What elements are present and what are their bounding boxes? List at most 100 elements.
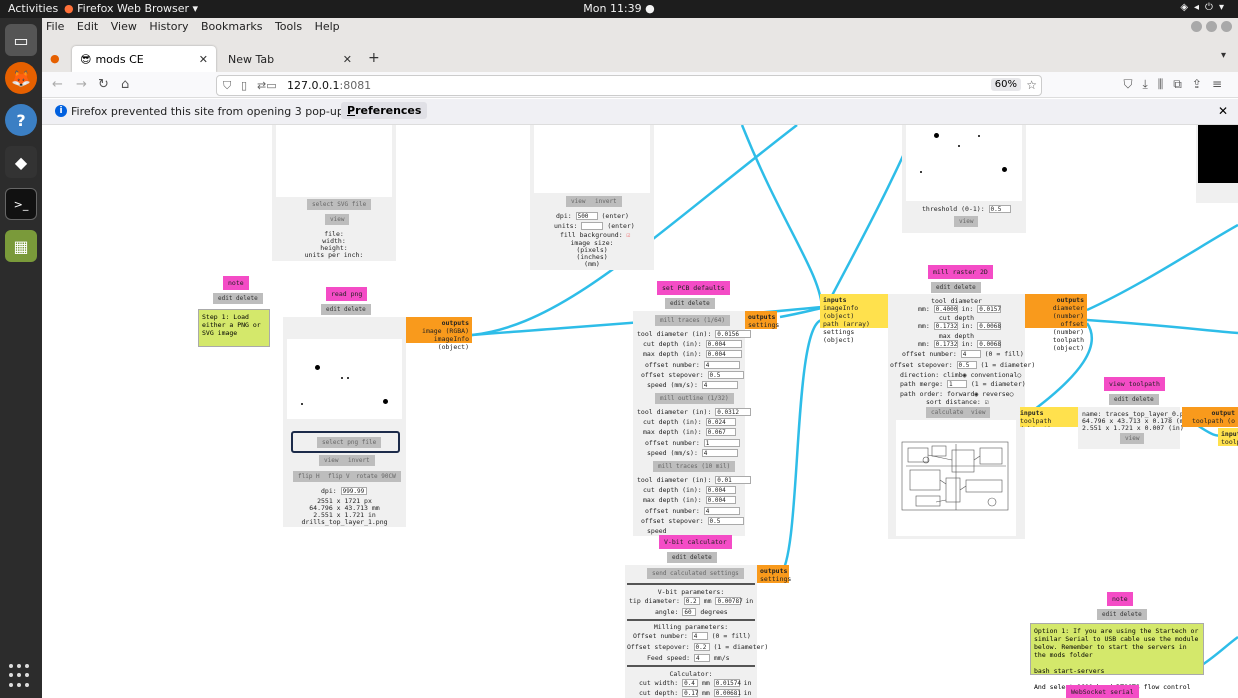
row-input[interactable]: 0.004 (705, 350, 742, 358)
td-in-input[interactable]: 0.0157 (977, 305, 1002, 313)
rotate-button[interactable]: rotate 90CW (351, 471, 401, 482)
input-toolpath[interactable]: toolpa (1221, 438, 1238, 446)
input-path[interactable]: path (array) (823, 320, 885, 328)
page-icon[interactable]: ▯ (241, 79, 247, 92)
row-input[interactable]: 0.004 (705, 340, 742, 348)
threshold-input[interactable]: 0.5 (988, 205, 1011, 213)
row-input[interactable]: 0.0156 (715, 330, 752, 338)
direction-row[interactable]: direction: climb◉ conventional○ (900, 371, 1021, 379)
row-input[interactable]: 1 (703, 439, 740, 447)
svg-view-button[interactable]: view (325, 214, 350, 225)
tab-mods-ce[interactable]: 😎 mods CE ✕ (72, 46, 216, 72)
output-settings[interactable]: settings (760, 575, 791, 583)
output-diameter[interactable]: diameter (number) (1028, 304, 1084, 320)
note-edit-delete[interactable]: edit delete (213, 293, 263, 304)
menu-view[interactable]: View (111, 20, 137, 33)
md-in-input[interactable]: 0.0068 (977, 340, 1002, 348)
input-settings[interactable]: settings (object) (823, 328, 885, 344)
tip-mm-input[interactable]: 0.2 (683, 597, 700, 605)
menu-tools[interactable]: Tools (275, 20, 302, 33)
mill-raster-edit-delete[interactable]: edit delete (931, 282, 981, 293)
firefox-dock-icon[interactable]: 🦊 (5, 62, 37, 94)
path-merge-input[interactable]: 1 (946, 380, 967, 388)
vbit-calculator-title[interactable]: V-bit calculator (659, 535, 732, 549)
minimize-button[interactable] (1191, 21, 1202, 32)
threshold-view-button[interactable]: view (954, 216, 979, 227)
pcb-edit-delete[interactable]: edit delete (665, 298, 715, 309)
tip-in-input[interactable]: 0.00787 (715, 597, 743, 605)
mill-raster-outputs[interactable]: outputs diameter (number) offset (number… (1025, 294, 1087, 352)
offset-number-input[interactable]: 4 (691, 632, 708, 640)
view-toolpath-view-button[interactable]: view (1120, 433, 1145, 444)
pcb-outputs[interactable]: outputs settings (745, 311, 779, 329)
close-tab-icon[interactable]: ✕ (343, 53, 352, 66)
zoom-indicator[interactable]: 60% (990, 78, 1021, 91)
flip-v-button[interactable]: flip V (323, 471, 355, 482)
note-title[interactable]: note (1107, 592, 1133, 606)
tab-new-tab[interactable]: New Tab ✕ (220, 46, 360, 72)
png-invert-button[interactable]: invert (343, 455, 375, 466)
note-title[interactable]: note (223, 276, 249, 290)
download-icon[interactable]: ⤓ (1142, 77, 1157, 91)
row-input[interactable]: 0.004 (705, 486, 736, 494)
read-png-outputs[interactable]: outputs image (RGBA) imageInfo (object) (406, 317, 472, 351)
row-input[interactable]: 0.0312 (715, 408, 752, 416)
view-toolpath-edit-delete[interactable]: edit delete (1109, 394, 1159, 405)
td-mm-input[interactable]: 0.4000 (933, 305, 958, 313)
permissions-icon[interactable]: ⇄▭ (257, 79, 277, 92)
row-input[interactable]: 0.5 (707, 371, 744, 379)
input-toolpath[interactable]: toolpath (object) (1020, 417, 1075, 427)
output-image[interactable]: image (RGBA) (409, 327, 469, 335)
output-toolpath[interactable]: toolpath (object) (1028, 336, 1084, 352)
cd-mm-input[interactable]: 0.1732 (933, 322, 958, 330)
row-input[interactable]: 0.01 (715, 476, 752, 484)
offset-stepover-input[interactable]: 0.5 (956, 361, 977, 369)
output-offset[interactable]: offset (number) (1028, 320, 1084, 336)
list-tabs-icon[interactable]: ▾ (1221, 50, 1226, 61)
png-dpi-input[interactable]: 999.99 (340, 487, 367, 495)
output-imageinfo[interactable]: imageInfo (object) (409, 335, 469, 351)
set-pcb-defaults-title[interactable]: set PCB defaults (657, 281, 730, 295)
preferences-button[interactable]: Preferences (341, 102, 428, 119)
feed-input[interactable]: 4 (693, 654, 710, 662)
back-arrow-icon[interactable]: ← (52, 77, 63, 92)
row-input[interactable]: 4 (703, 361, 740, 369)
sort-distance-row[interactable]: sort distance: ☑ (926, 398, 989, 406)
next-module-inputs[interactable]: inputs toolpa (1218, 428, 1238, 446)
home-icon[interactable]: ⌂ (121, 77, 129, 92)
row-input[interactable]: 0.004 (705, 496, 736, 504)
select-svg-button[interactable]: select SVG file (307, 199, 372, 210)
row-input[interactable]: 0.5 (707, 517, 744, 525)
view-toolpath-outputs[interactable]: output toolpath (o (1182, 407, 1238, 427)
cut-depth-mm-input[interactable]: 0.17 (682, 689, 699, 697)
show-applications-icon[interactable] (9, 664, 33, 688)
system-tray[interactable]: ◈◂⏻▾ (1180, 2, 1230, 13)
mill-raster-view-button[interactable]: view (966, 407, 991, 418)
output-toolpath[interactable]: toolpath (o (1185, 417, 1235, 425)
cd-in-input[interactable]: 0.0068 (977, 322, 1002, 330)
menu-help[interactable]: Help (315, 20, 340, 33)
read-png-title[interactable]: read png (326, 287, 368, 301)
md-mm-input[interactable]: 0.1732 (933, 340, 958, 348)
offset-stepover-input[interactable]: 0.2 (693, 643, 710, 651)
hamburger-menu-icon[interactable]: ≡ (1212, 77, 1232, 91)
mill-raster-title[interactable]: mill raster 2D (928, 265, 993, 279)
units-input[interactable] (581, 222, 604, 230)
forward-arrow-icon[interactable]: → (76, 77, 87, 92)
reload-icon[interactable]: ↻ (98, 77, 109, 92)
close-notification-icon[interactable]: ✕ (1218, 104, 1228, 118)
close-tab-icon[interactable]: ✕ (199, 53, 208, 66)
row-input[interactable]: 4 (701, 381, 738, 389)
close-window-button[interactable] (1221, 21, 1232, 32)
maximize-button[interactable] (1206, 21, 1217, 32)
note-text[interactable]: Option 1: If you are using the Startech … (1030, 623, 1204, 691)
note-edit-delete[interactable]: edit delete (1097, 609, 1147, 620)
mods-canvas[interactable]: select SVG file view file: width: height… (42, 125, 1238, 698)
shield-icon[interactable]: ⛉ (223, 79, 231, 93)
path-order-row[interactable]: path order: forward◉ reverse○ (900, 390, 1014, 398)
cut-depth-in-input[interactable]: 0.00681 (713, 689, 741, 697)
select-png-button[interactable]: select png file (317, 437, 382, 448)
cut-width-mm-input[interactable]: 0.4 (682, 679, 699, 687)
view-toolpath-inputs[interactable]: inputs toolpath (object) (1020, 407, 1078, 427)
send-calculated-settings-button[interactable]: send calculated settings (647, 568, 744, 579)
